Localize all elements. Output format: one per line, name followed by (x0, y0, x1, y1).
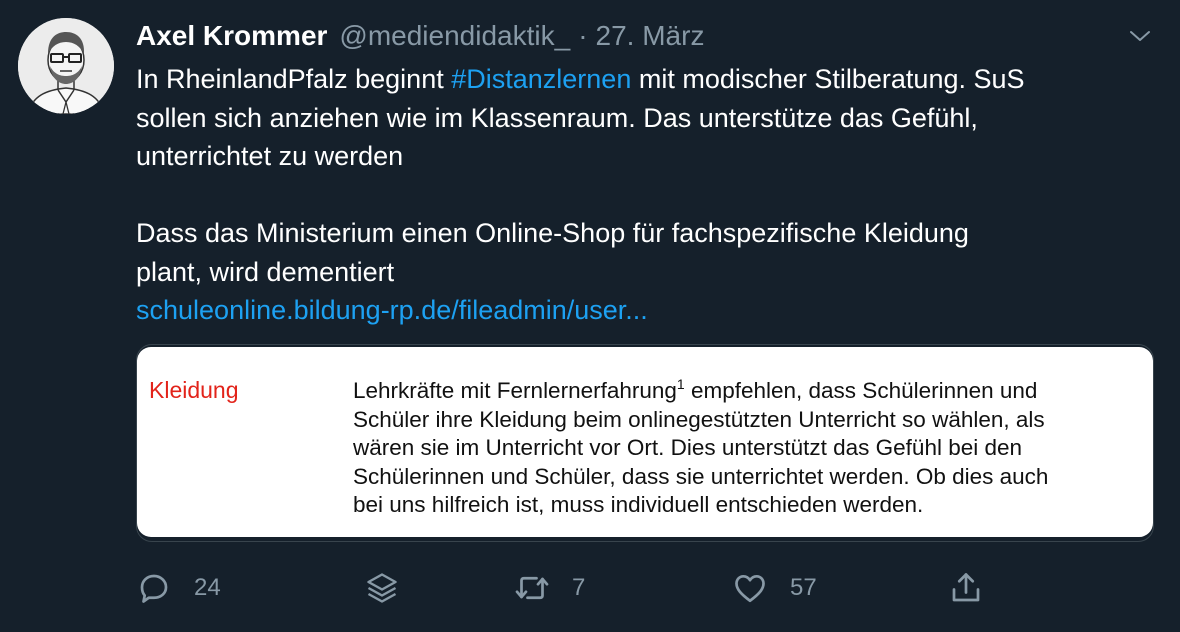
chevron-down-icon (1130, 31, 1150, 41)
display-name[interactable]: Axel Krommer (136, 20, 327, 52)
user-handle[interactable]: @mediendidaktik_ (339, 20, 570, 52)
doc-line-segment: empfehlen, dass Schülerinnen und (684, 378, 1038, 403)
separator-dot: · (578, 20, 588, 51)
reply-count: 24 (194, 574, 221, 601)
more-menu-button[interactable] (1124, 20, 1156, 52)
tweet-header: Axel Krommer @mediendidaktik_ · 27. März (136, 16, 704, 56)
doc-label: Kleidung (149, 377, 239, 403)
tweet-text-line: plant, wird dementiert (136, 256, 395, 287)
tweet-text: In RheinlandPfalz beginnt #Distanzlernen… (136, 60, 1156, 330)
retweet-button[interactable]: 7 (514, 568, 585, 608)
footnote-marker: 1 (676, 376, 685, 392)
doc-line: Schülerinnen und Schüler, dass sie unter… (353, 463, 1049, 489)
tweet-date[interactable]: 27. März (596, 20, 705, 52)
reply-button[interactable]: 24 (136, 568, 221, 608)
hashtag-link[interactable]: #Distanzlernen (451, 64, 631, 94)
document-image: Kleidung Lehrkräfte mit Fernlernerfahrun… (137, 347, 1153, 537)
share-icon (952, 573, 980, 602)
tweet-text-line: In RheinlandPfalz beginnt #Distanzlernen… (136, 60, 1156, 99)
doc-line: bei uns hilfreich ist, muss individuell … (353, 492, 924, 517)
like-button[interactable]: 57 (732, 568, 817, 608)
action-bar: 24 7 57 (136, 568, 996, 608)
media-card[interactable]: Kleidung Lehrkräfte mit Fernlernerfahrun… (136, 344, 1154, 542)
tweet-text-line: Dass das Ministerium einen Online-Shop f… (136, 218, 969, 248)
doc-line-segment: Lehrkräfte mit Fernlernerfahrung (353, 378, 677, 403)
reply-icon (140, 574, 168, 603)
retweet-count: 7 (572, 574, 586, 601)
doc-line: wären sie im Unterricht vor Ort. Dies un… (353, 435, 1023, 460)
doc-line: Schüler ihre Kleidung beim onlinegestütz… (353, 406, 1045, 432)
text-segment: mit modischer Stilberatung. SuS (631, 64, 1025, 94)
stack-button[interactable] (364, 568, 400, 608)
avatar[interactable] (18, 18, 114, 114)
tweet-text-line: sollen sich anziehen wie im Klassenraum.… (136, 102, 978, 133)
avatar-sketch-icon (18, 18, 114, 114)
doc-line: Lehrkräfte mit Fernlernerfahrung1 empfeh… (353, 377, 1143, 406)
tweet-text-line: schuleonline.bildung-rp.de/fileadmin/use… (136, 291, 1156, 330)
stack-icon (367, 573, 397, 603)
tweet: Axel Krommer @mediendidaktik_ · 27. März… (0, 0, 1180, 632)
url-link[interactable]: schuleonline.bildung-rp.de/fileadmin/use… (136, 295, 648, 325)
doc-text: Lehrkräfte mit Fernlernerfahrung1 empfeh… (353, 377, 1143, 520)
like-count: 57 (790, 574, 817, 601)
text-segment: In RheinlandPfalz beginnt (136, 64, 452, 94)
tweet-text-line: unterrichtet zu werden (136, 141, 404, 171)
share-button[interactable] (948, 568, 984, 608)
retweet-icon (515, 576, 549, 600)
heart-icon (735, 574, 765, 603)
